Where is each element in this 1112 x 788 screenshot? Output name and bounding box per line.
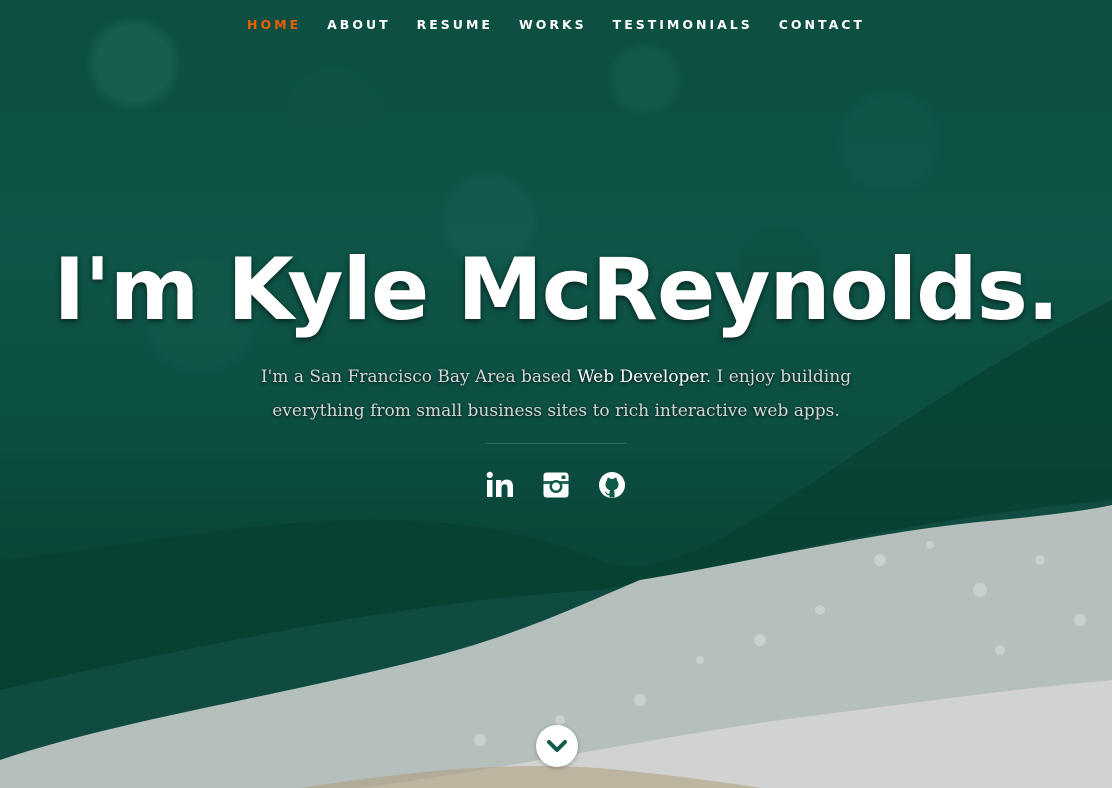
intro-text: I'm a San Francisco Bay Area based Web D… xyxy=(236,360,876,428)
intro-highlight: Web Developer xyxy=(577,367,706,387)
nav-works[interactable]: WORKS xyxy=(506,17,600,32)
linkedin-link[interactable] xyxy=(485,470,515,500)
github-icon xyxy=(599,472,625,498)
nav-contact[interactable]: CONTACT xyxy=(766,17,878,32)
github-link[interactable] xyxy=(597,470,627,500)
linkedin-icon xyxy=(486,471,513,497)
instagram-link[interactable] xyxy=(541,470,571,500)
scroll-down-button[interactable] xyxy=(536,725,578,767)
chevron-down-icon xyxy=(547,740,567,752)
intro-text-start: I'm a San Francisco Bay Area based xyxy=(260,367,578,387)
instagram-icon xyxy=(543,472,569,498)
social-links xyxy=(0,470,1112,500)
divider xyxy=(486,443,626,444)
page-title: I'm Kyle McReynolds. xyxy=(53,240,1059,340)
main-nav: HOME ABOUT RESUME WORKS TESTIMONIALS CON… xyxy=(0,0,1112,48)
nav-home[interactable]: HOME xyxy=(234,17,314,32)
nav-testimonials[interactable]: TESTIMONIALS xyxy=(600,17,766,32)
nav-resume[interactable]: RESUME xyxy=(404,17,506,32)
nav-about[interactable]: ABOUT xyxy=(314,17,404,32)
